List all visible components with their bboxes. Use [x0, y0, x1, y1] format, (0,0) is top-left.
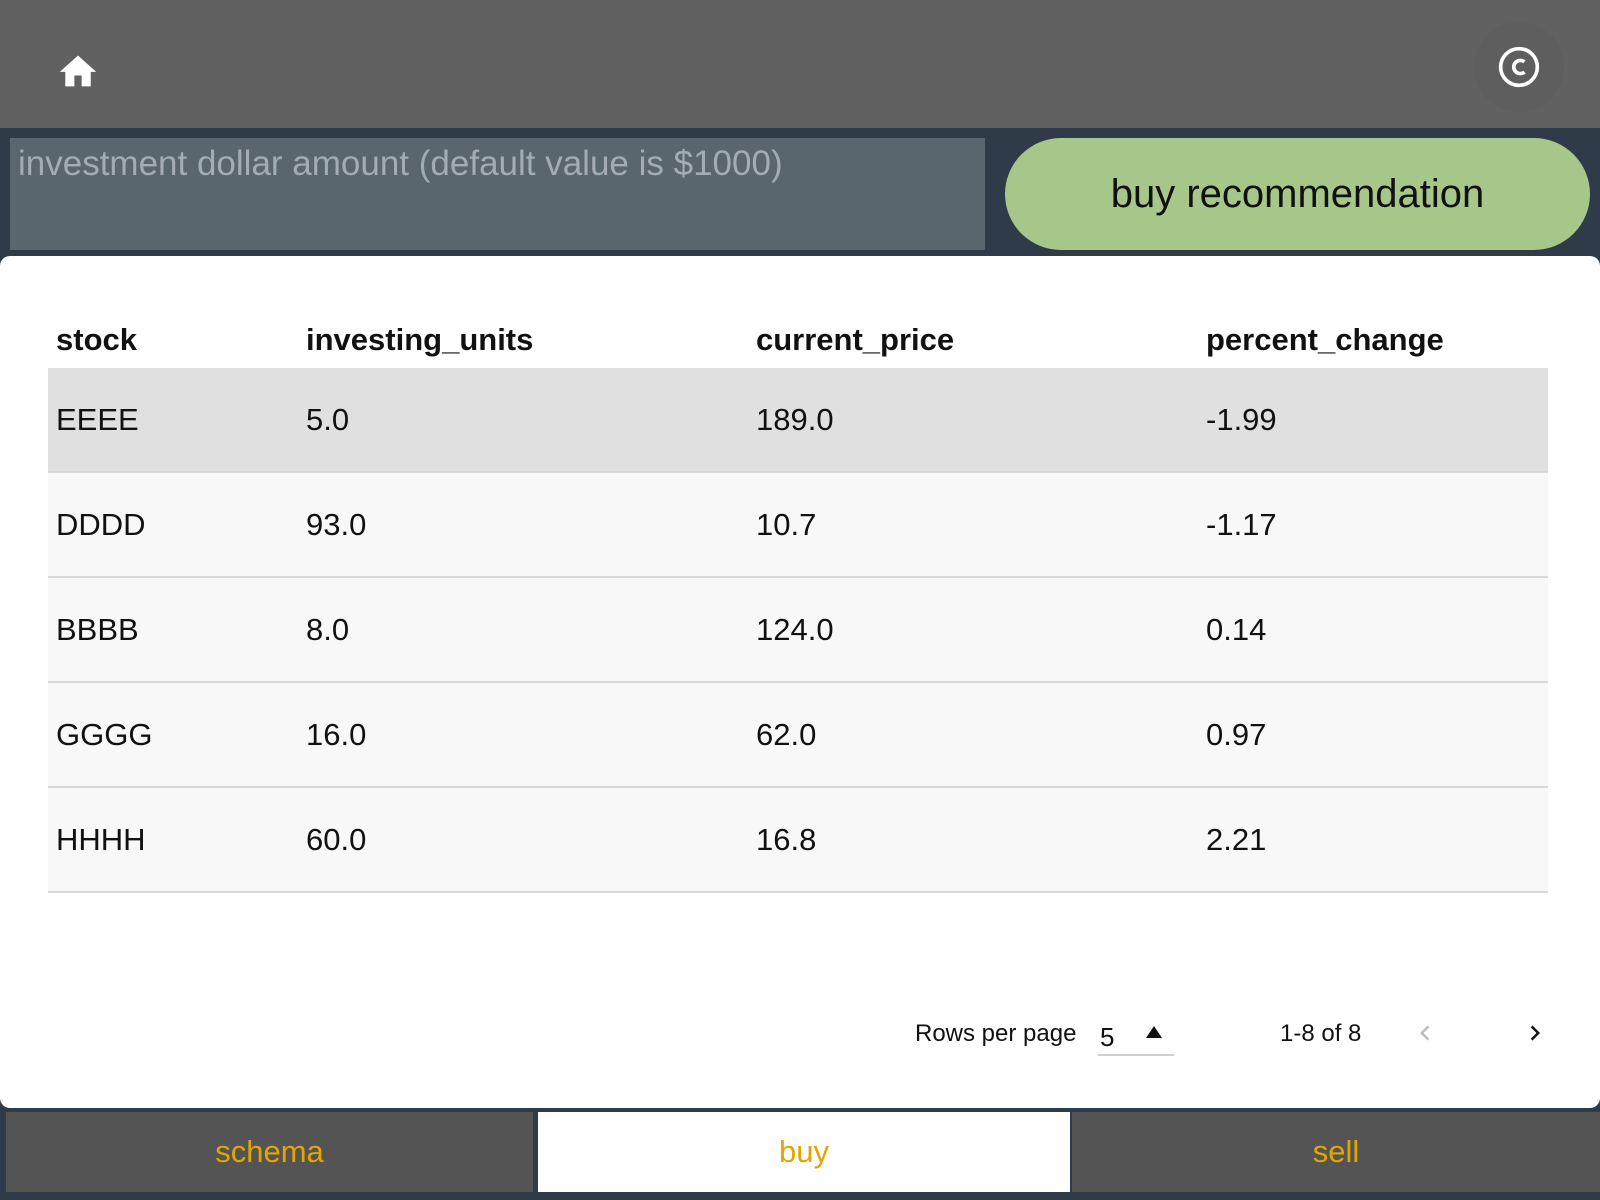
recommendation-table-card: stock investing_units current_price perc…: [0, 256, 1600, 1108]
top-app-bar: [0, 0, 1600, 128]
cell-percent-change: 0.97: [1198, 682, 1548, 788]
cell-investing-units: 8.0: [298, 577, 748, 683]
cell-investing-units: 60.0: [298, 787, 748, 893]
column-header-stock[interactable]: stock: [48, 312, 298, 368]
chevron-left-icon: [1420, 1025, 1430, 1041]
table-header-row: stock investing_units current_price perc…: [48, 312, 1548, 368]
dropdown-arrow-icon: [1146, 1026, 1162, 1038]
cell-current-price: 10.7: [748, 472, 1198, 578]
cell-percent-change: -1.17: [1198, 472, 1548, 578]
tab-buy[interactable]: buy: [538, 1112, 1070, 1192]
cell-stock: DDDD: [48, 472, 298, 578]
table-row[interactable]: EEEE 5.0 189.0 -1.99: [48, 368, 1548, 473]
cell-investing-units: 93.0: [298, 472, 748, 578]
copyright-icon: [1498, 46, 1540, 88]
tab-sell[interactable]: sell: [1072, 1112, 1600, 1192]
table-row[interactable]: GGGG 16.0 62.0 0.97: [48, 682, 1548, 788]
column-header-current-price[interactable]: current_price: [748, 312, 1198, 368]
cell-current-price: 16.8: [748, 787, 1198, 893]
rows-per-page-label: Rows per page: [915, 1020, 1077, 1047]
cell-current-price: 189.0: [748, 368, 1198, 473]
investment-row: buy recommendation: [0, 128, 1600, 256]
table-pagination: Rows per page 5 1-8 of 8: [0, 1000, 1600, 1070]
home-button[interactable]: [48, 40, 108, 100]
column-header-investing-units[interactable]: investing_units: [298, 312, 748, 368]
cell-investing-units: 5.0: [298, 368, 748, 473]
chevron-right-icon: [1530, 1025, 1540, 1041]
investment-amount-input[interactable]: [10, 138, 985, 250]
cell-percent-change: 2.21: [1198, 787, 1548, 893]
cell-stock: GGGG: [48, 682, 298, 788]
column-header-percent-change[interactable]: percent_change: [1198, 312, 1548, 368]
rows-per-page-value: 5: [1100, 1022, 1115, 1052]
recommendation-table: stock investing_units current_price perc…: [48, 312, 1548, 893]
app-root: buy recommendation stock investing_units…: [0, 0, 1600, 1200]
buy-recommendation-button[interactable]: buy recommendation: [1005, 138, 1590, 250]
page-range-text: 1-8 of 8: [1280, 1020, 1362, 1047]
table-row[interactable]: HHHH 60.0 16.8 2.21: [48, 787, 1548, 893]
cell-stock: EEEE: [48, 368, 298, 473]
table-row[interactable]: DDDD 93.0 10.7 -1.17: [48, 472, 1548, 578]
cell-percent-change: -1.99: [1198, 368, 1548, 473]
bottom-tab-bar: schema buy sell: [0, 1110, 1600, 1200]
previous-page-button[interactable]: [1400, 1008, 1450, 1058]
table-row[interactable]: BBBB 8.0 124.0 0.14: [48, 577, 1548, 683]
cell-current-price: 124.0: [748, 577, 1198, 683]
home-icon: [59, 55, 97, 87]
cell-investing-units: 16.0: [298, 682, 748, 788]
cell-stock: HHHH: [48, 787, 298, 893]
next-page-button[interactable]: [1510, 1008, 1560, 1058]
copyright-button[interactable]: [1474, 22, 1564, 112]
tab-schema[interactable]: schema: [6, 1112, 533, 1192]
cell-percent-change: 0.14: [1198, 577, 1548, 683]
cell-stock: BBBB: [48, 577, 298, 683]
rows-per-page-select[interactable]: 5: [1098, 1008, 1174, 1056]
cell-current-price: 62.0: [748, 682, 1198, 788]
